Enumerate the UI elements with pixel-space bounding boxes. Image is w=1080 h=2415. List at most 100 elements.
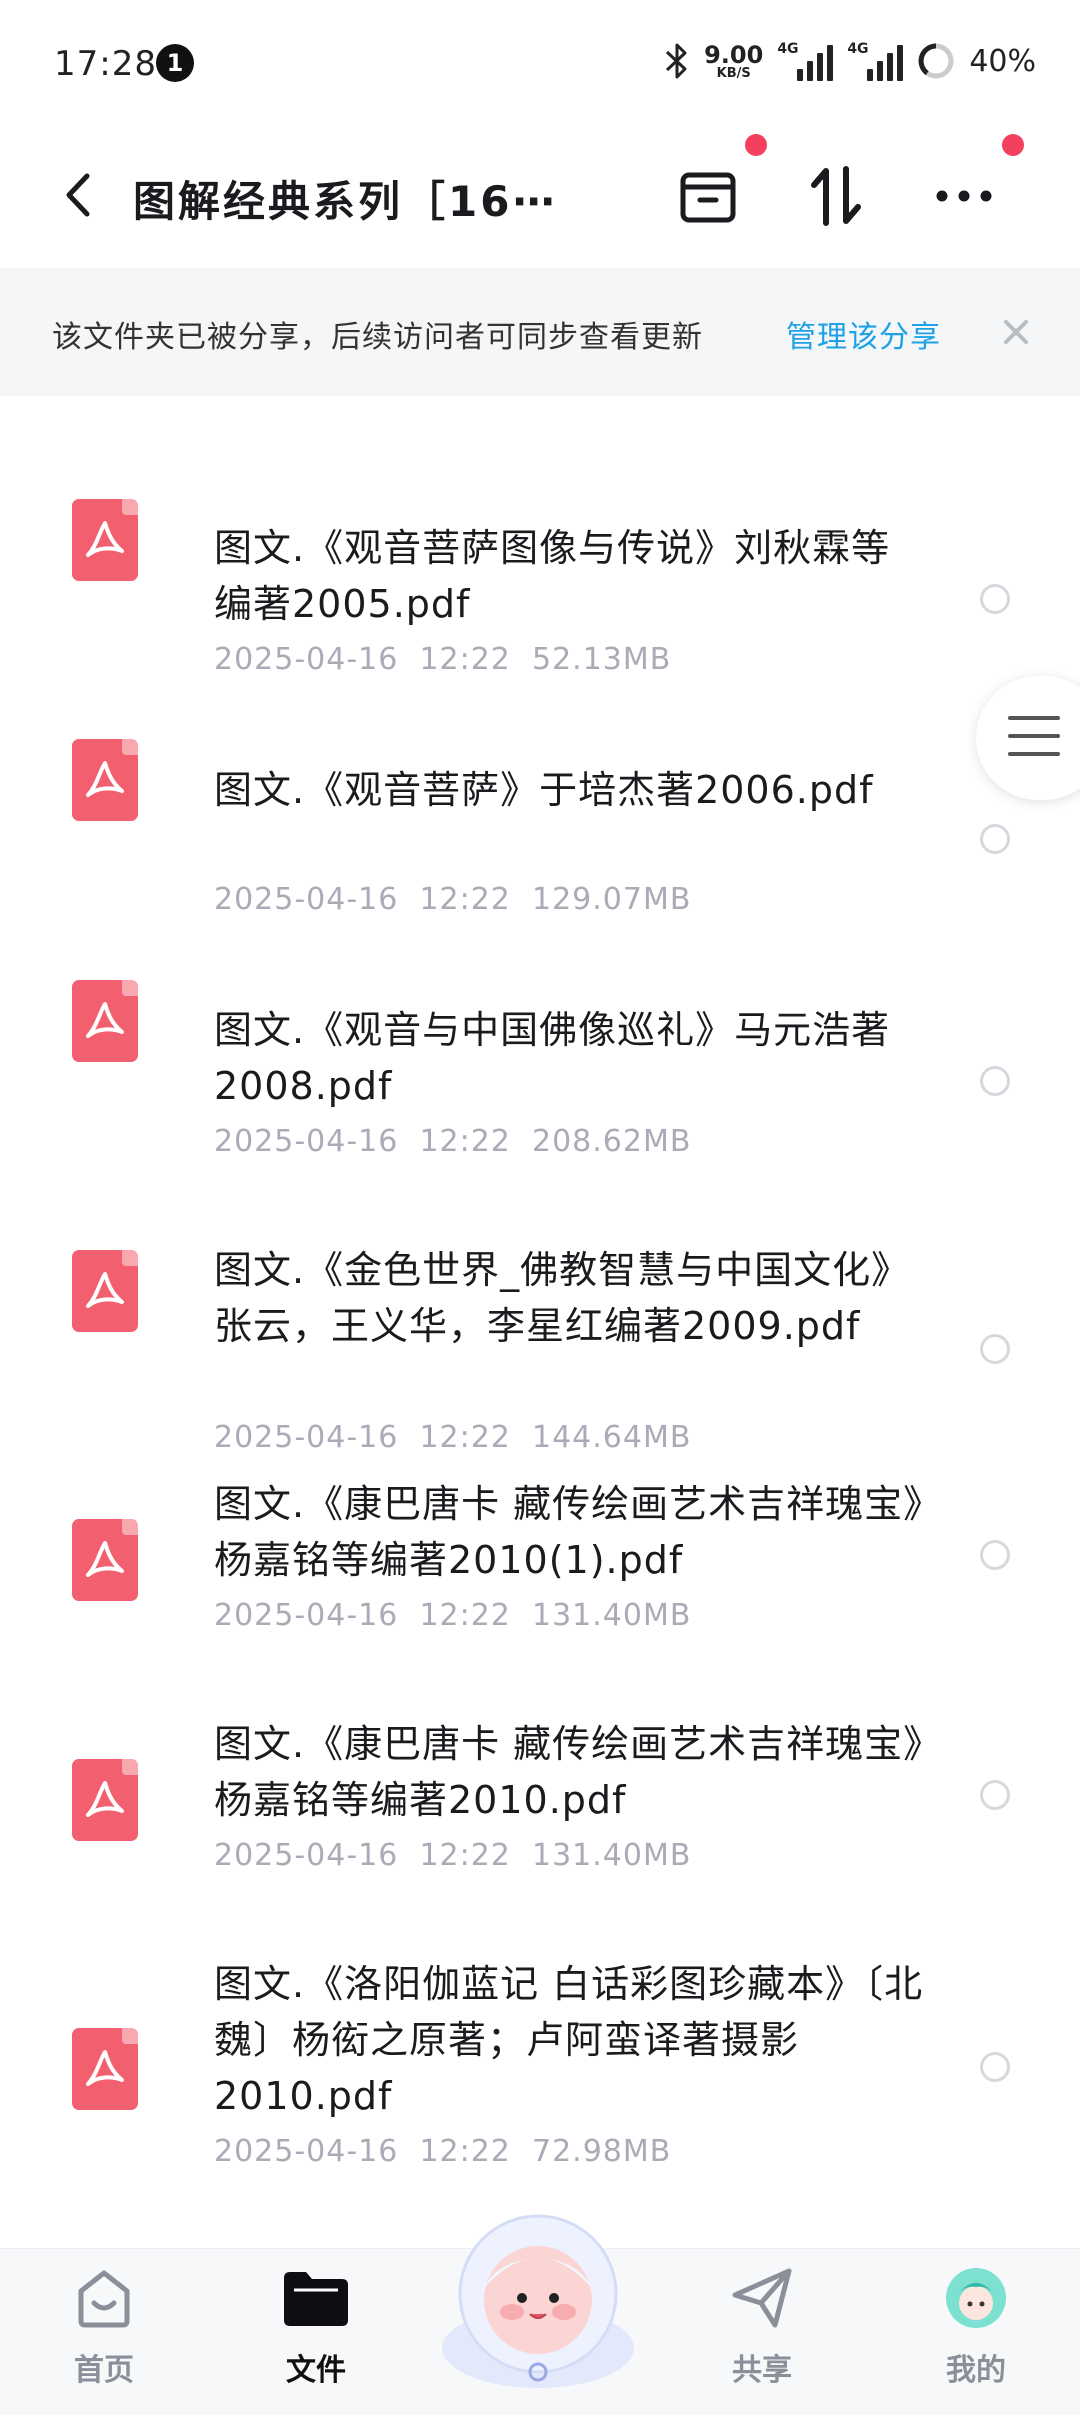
more-button[interactable]	[926, 158, 1002, 234]
file-meta: 2025-04-16 12:22 131.40MB	[214, 1598, 691, 1633]
file-date: 2025-04-16	[214, 2134, 399, 2169]
pdf-file-icon	[72, 1250, 138, 1332]
share-banner: 该文件夹已被分享，后续访问者可同步查看更新 管理该分享	[0, 268, 1080, 396]
bluetooth-icon	[666, 43, 687, 79]
sim2-signal-icon: 4G	[847, 41, 904, 81]
file-meta: 2025-04-16 12:22 52.13MB	[214, 642, 671, 677]
file-size: 208.62MB	[531, 1124, 692, 1159]
nav-share-label: 共享	[732, 2353, 792, 2388]
banner-close-button[interactable]	[996, 312, 1036, 352]
assistant-mascot-button[interactable]	[428, 2188, 648, 2398]
battery-percent: 40%	[969, 43, 1036, 79]
file-time: 12:22	[419, 1598, 511, 1633]
page-title: 图解经典系列［16⋯	[133, 177, 558, 226]
nav-share[interactable]: 共享	[692, 2263, 832, 2403]
file-row[interactable]: 图文.《康巴唐卡 藏传绘画艺术吉祥瑰宝》杨嘉铭等编著2010.pdf 2025-…	[0, 1716, 1080, 1916]
select-radio[interactable]	[980, 1540, 1010, 1570]
file-date: 2025-04-16	[214, 1598, 399, 1633]
file-name: 图文.《洛阳伽蓝记 白话彩图珍藏本》〔北魏〕杨衒之原著；卢阿蛮译著摄影2010.…	[214, 1962, 924, 2118]
file-meta: 2025-04-16 12:22 208.62MB	[214, 1124, 691, 1159]
nav-me[interactable]: 我的	[906, 2263, 1046, 2403]
file-name: 图文.《金色世界_佛教智慧与中国文化》张云，王义华，李星红编著2009.pdf	[214, 1248, 892, 1348]
file-time: 12:22	[419, 1420, 511, 1455]
archive-button[interactable]	[670, 158, 746, 234]
file-time: 12:22	[419, 882, 511, 917]
share-icon	[727, 2263, 797, 2333]
file-row[interactable]: 图文.《观音菩萨》于培杰著2006.pdf 2025-04-16 12:22 1…	[0, 696, 1080, 917]
file-row[interactable]: 图文.《观音菩萨图像与传说》刘秋霖等编著2005.pdf 2025-04-16 …	[0, 456, 1080, 677]
file-name: 图文.《观音与中国佛像巡礼》马元浩著2008.pdf	[214, 1008, 891, 1108]
file-size: 52.13MB	[531, 642, 672, 677]
pdf-file-icon	[72, 1759, 138, 1841]
top-app-bar: 图解经典系列［16⋯	[0, 130, 1080, 260]
status-bar: 17:28 1 9.00 KB/S 4G 4G 40%	[0, 0, 1080, 120]
select-radio[interactable]	[980, 2052, 1010, 2082]
file-row[interactable]: 图文.《金色世界_佛教智慧与中国文化》张云，王义华，李星红编著2009.pdf …	[0, 1176, 1080, 1455]
file-meta: 2025-04-16 12:22 72.98MB	[214, 2134, 671, 2169]
sort-button[interactable]	[798, 158, 874, 234]
share-banner-text: 该文件夹已被分享，后续访问者可同步查看更新	[52, 320, 703, 355]
nav-files-label: 文件	[286, 2353, 346, 2388]
file-size: 131.40MB	[531, 1598, 692, 1633]
file-date: 2025-04-16	[214, 882, 399, 917]
battery-icon	[918, 43, 954, 79]
nav-me-label: 我的	[946, 2353, 1006, 2388]
sort-icon	[811, 166, 861, 226]
file-date: 2025-04-16	[214, 642, 399, 677]
notification-badge: 1	[156, 44, 194, 82]
file-size: 72.98MB	[531, 2134, 672, 2169]
nav-files[interactable]: 文件	[246, 2263, 386, 2403]
file-size: 129.07MB	[531, 882, 692, 917]
select-radio[interactable]	[980, 824, 1010, 854]
close-icon	[1004, 320, 1028, 344]
avatar-icon	[941, 2263, 1011, 2333]
file-date: 2025-04-16	[214, 1124, 399, 1159]
sim2-tag: 4G	[847, 41, 869, 57]
file-size: 131.40MB	[531, 1838, 692, 1873]
file-time: 12:22	[419, 1838, 511, 1873]
net-speed-value: 9.00	[704, 40, 764, 69]
file-time: 12:22	[419, 1124, 511, 1159]
file-name: 图文.《观音菩萨图像与传说》刘秋霖等编著2005.pdf	[214, 526, 891, 626]
file-size: 144.64MB	[531, 1420, 692, 1455]
sim1-signal-icon: 4G	[777, 41, 834, 81]
file-time: 12:22	[419, 642, 511, 677]
file-row[interactable]: 图文.《康巴唐卡 藏传绘画艺术吉祥瑰宝》杨嘉铭等编著2010(1).pdf 20…	[0, 1476, 1080, 1676]
file-time: 12:22	[419, 2134, 511, 2169]
sim1-tag: 4G	[777, 41, 799, 57]
file-meta: 2025-04-16 12:22 129.07MB	[214, 882, 691, 917]
manage-share-link[interactable]: 管理该分享	[786, 312, 941, 356]
file-meta: 2025-04-16 12:22 131.40MB	[214, 1838, 691, 1873]
menu-lines-icon	[1008, 716, 1060, 770]
file-name: 图文.《康巴唐卡 藏传绘画艺术吉祥瑰宝》杨嘉铭等编著2010(1).pdf	[214, 1482, 924, 1582]
more-badge-dot	[1002, 134, 1024, 156]
pdf-file-icon	[72, 1519, 138, 1601]
status-indicators: 9.00 KB/S 4G 4G 40%	[664, 36, 1036, 86]
file-row[interactable]: 图文.《洛阳伽蓝记 白话彩图珍藏本》〔北魏〕杨衒之原著；卢阿蛮译著摄影2010.…	[0, 1956, 1080, 2216]
archive-badge-dot	[745, 134, 767, 156]
net-speed-unit: KB/S	[716, 65, 751, 81]
home-icon	[69, 2263, 139, 2333]
nav-home-label: 首页	[74, 2353, 134, 2388]
file-date: 2025-04-16	[214, 1838, 399, 1873]
select-radio[interactable]	[980, 1780, 1010, 1810]
nav-home[interactable]: 首页	[34, 2263, 174, 2403]
status-time: 17:28	[54, 44, 157, 84]
select-radio[interactable]	[980, 584, 1010, 614]
select-radio[interactable]	[980, 1334, 1010, 1364]
pdf-file-icon	[72, 2028, 138, 2110]
back-button[interactable]	[48, 160, 108, 230]
file-date: 2025-04-16	[214, 1420, 399, 1455]
more-icon	[936, 190, 992, 202]
pdf-file-icon	[72, 739, 138, 821]
file-name: 图文.《康巴唐卡 藏传绘画艺术吉祥瑰宝》杨嘉铭等编著2010.pdf	[214, 1722, 924, 1822]
back-icon	[66, 173, 90, 217]
pdf-file-icon	[72, 980, 138, 1062]
select-radio[interactable]	[980, 1066, 1010, 1096]
file-meta: 2025-04-16 12:22 144.64MB	[214, 1420, 691, 1455]
pdf-file-icon	[72, 499, 138, 581]
archive-icon	[680, 172, 736, 223]
file-name: 图文.《观音菩萨》于培杰著2006.pdf	[214, 768, 874, 812]
folder-icon	[281, 2263, 351, 2333]
file-row[interactable]: 图文.《观音与中国佛像巡礼》马元浩著2008.pdf 2025-04-16 12…	[0, 936, 1080, 1159]
